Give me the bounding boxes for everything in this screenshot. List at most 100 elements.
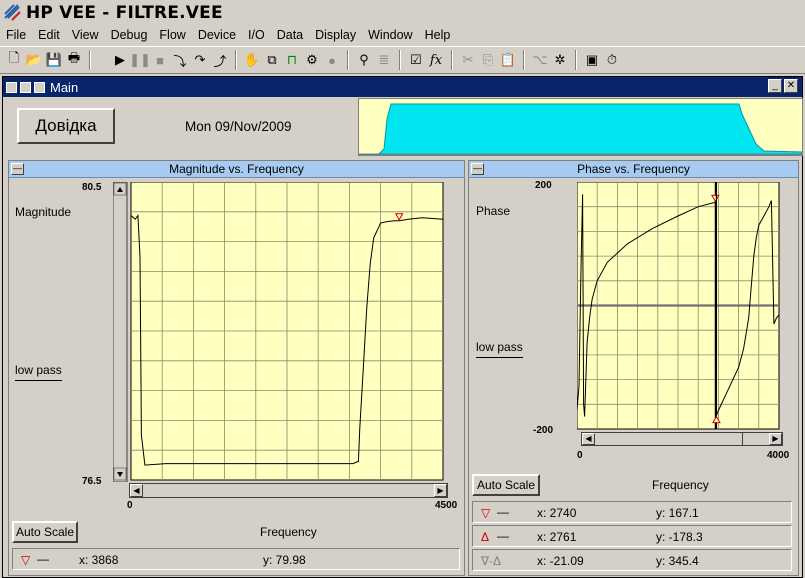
cut-panel-icon[interactable]: ⧉ [262, 50, 282, 70]
trace-line-icon: — [497, 529, 509, 543]
panel-icon[interactable]: ▣ [582, 50, 602, 70]
menu-debug[interactable]: Debug [105, 25, 154, 45]
magnitude-y-min: 76.5 [82, 476, 102, 487]
scroll-thumb-edge [742, 433, 743, 445]
menu-window[interactable]: Window [362, 25, 418, 45]
phase-y-min: -200 [533, 425, 554, 436]
window-panel-icon[interactable] [34, 81, 45, 93]
open-folder-icon[interactable]: 📂 [24, 50, 44, 70]
step-into-icon[interactable]: ⤵ [170, 50, 190, 70]
toolbar-separator [235, 50, 237, 70]
help-button[interactable]: Довідка [17, 108, 115, 144]
phase-delta-x: x: -21.09 [537, 554, 584, 568]
new-file-icon[interactable]: 🗋 [4, 50, 24, 70]
main-window: Main _ ✕ Довідка Mon 09/Nov/2009 — Magni… [2, 76, 803, 578]
window-detail-icon[interactable] [20, 81, 31, 93]
tree-icon[interactable]: ⌥ [530, 50, 550, 70]
window-menu-icon[interactable] [6, 81, 17, 93]
scroll-right-button[interactable]: ▶ [769, 433, 782, 445]
clock-icon[interactable]: ⏱ [602, 50, 622, 70]
copy-icon[interactable]: ⎘ [478, 50, 498, 70]
magnitude-panel: — Magnitude vs. Frequency Magnitude 80.5… [8, 160, 465, 576]
menu-data[interactable]: Data [271, 25, 309, 45]
debug-icon[interactable]: ⚙ [302, 50, 322, 70]
magnitude-x-max: 4500 [435, 500, 458, 511]
menu-edit[interactable]: Edit [32, 25, 66, 45]
magnitude-auto-scale-button[interactable]: Auto Scale [12, 521, 78, 543]
menu-io[interactable]: I/O [242, 25, 271, 45]
minimize-button[interactable]: _ [768, 79, 782, 93]
magnitude-plot-area [130, 182, 444, 481]
phase-marker2-readout: Δ — x: 2761 y: -178.3 [472, 525, 792, 547]
main-window-title: Main [50, 79, 79, 95]
circle-icon[interactable]: ● [322, 50, 342, 70]
trace-line-icon: — [37, 552, 49, 566]
overview-plot [358, 103, 803, 156]
phase-delta-readout: ∇-Δ x: -21.09 y: 345.4 [472, 549, 792, 571]
menu-view[interactable]: View [66, 25, 105, 45]
panel-minimize-button[interactable]: — [11, 163, 24, 175]
phase-auto-scale-button[interactable]: Auto Scale [472, 474, 540, 496]
menu-file[interactable]: File [0, 25, 32, 45]
gear-icon[interactable]: ✲ [550, 50, 570, 70]
magnitude-y-max: 80.5 [82, 182, 102, 193]
phase-chart [577, 182, 780, 430]
menu-device[interactable]: Device [192, 25, 242, 45]
run-icon[interactable]: ▶ [110, 50, 130, 70]
phase-x-axis-label: Frequency [652, 478, 709, 492]
main-window-titlebar: Main _ ✕ [3, 77, 802, 97]
phase-x-max: 4000 [767, 450, 790, 461]
trace-line-icon: — [497, 505, 509, 519]
marker-up-icon: Δ [481, 530, 490, 544]
save-icon[interactable]: 💾 [44, 50, 64, 70]
magnitude-y-label: Magnitude [15, 205, 72, 219]
toolbar-separator [451, 50, 453, 70]
toolbar-separator [399, 50, 401, 70]
toolbar-separator [575, 50, 577, 70]
panel-minimize-button[interactable]: — [471, 163, 484, 175]
hand-icon[interactable]: ✋ [242, 50, 262, 70]
properties-icon[interactable]: ≣ [374, 50, 394, 70]
stop-icon[interactable]: ■ [150, 50, 170, 70]
paste-icon[interactable]: 📋 [498, 50, 518, 70]
scissors-icon[interactable]: ✂ [458, 50, 478, 70]
pause-icon[interactable]: ❚❚ [129, 50, 151, 70]
menu-display[interactable]: Display [309, 25, 362, 45]
phase-panel: — Phase vs. Frequency Phase 200 -200 low… [468, 160, 799, 576]
magnitude-chart [113, 182, 444, 482]
close-button[interactable]: ✕ [784, 79, 798, 93]
menu-flow[interactable]: Flow [153, 25, 191, 45]
toolbar-separator [89, 50, 91, 70]
magnitude-x-axis-label: Frequency [260, 525, 317, 539]
phase-panel-header: — Phase vs. Frequency [469, 161, 798, 178]
phase-x-scrollbar[interactable]: ◀ ▶ [581, 432, 783, 446]
settings-icon[interactable]: ☑ [406, 50, 426, 70]
phase-panel-title: Phase vs. Frequency [577, 162, 690, 176]
marker-down-icon: ▽ [21, 553, 31, 567]
date-display: Mon 09/Nov/2009 [185, 119, 292, 134]
step-over-icon[interactable]: ↷ [190, 50, 210, 70]
magnitude-marker-x: x: 3868 [79, 553, 119, 567]
marker-down-icon: ▽ [481, 506, 491, 520]
phase-delta-y: y: 345.4 [656, 554, 699, 568]
phase-marker2-y: y: -178.3 [656, 530, 703, 544]
overview-trace [358, 103, 803, 156]
phase-y-label: Phase [476, 204, 511, 218]
phase-marker1-readout: ▽ — x: 2740 y: 167.1 [472, 501, 792, 523]
magnitude-x-min: 0 [127, 500, 133, 511]
magnitude-marker-readout: ▽ — x: 3868 y: 79.98 [12, 548, 460, 570]
toolbar-separator [347, 50, 349, 70]
connect-icon[interactable]: ⊓ [282, 50, 302, 70]
step-out-icon[interactable]: ⤴ [210, 50, 230, 70]
magnitude-x-scrollbar[interactable]: ◀ ▶ [129, 483, 448, 498]
binoculars-icon[interactable]: ⚲ [354, 50, 374, 70]
phase-plot-area [577, 182, 780, 430]
menu-help[interactable]: Help [419, 25, 457, 45]
print-icon[interactable]: 🖶 [64, 50, 84, 70]
scroll-left-button[interactable]: ◀ [130, 484, 143, 497]
scroll-right-button[interactable]: ▶ [434, 484, 447, 497]
magnitude-marker-y: y: 79.98 [263, 553, 306, 567]
function-icon[interactable]: fx [426, 50, 446, 70]
scroll-left-button[interactable]: ◀ [582, 433, 595, 445]
phase-x-min: 0 [577, 450, 583, 461]
